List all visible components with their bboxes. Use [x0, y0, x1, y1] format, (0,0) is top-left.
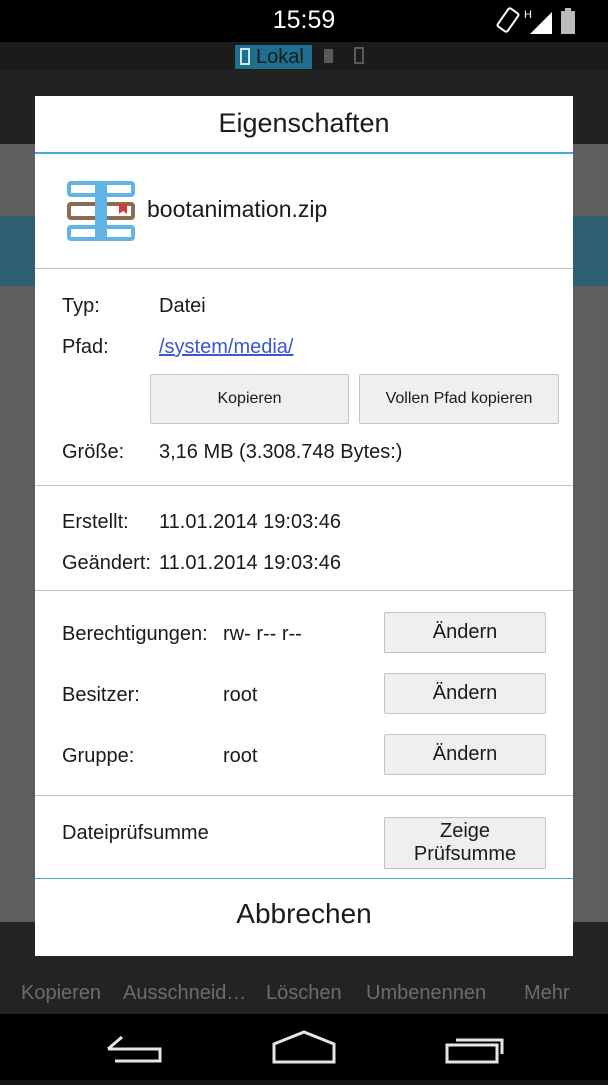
size-value: 3,16 MB (3.308.748 Bytes:): [159, 441, 403, 463]
divider: [35, 485, 573, 486]
action-more[interactable]: Mehr: [524, 982, 570, 1005]
tab-lokal-label: Lokal: [256, 46, 304, 68]
modified-label: Geändert:: [62, 552, 151, 574]
action-cut[interactable]: Ausschneid…: [123, 982, 246, 1005]
battery-icon: [561, 8, 575, 34]
group-value: root: [223, 745, 258, 767]
copy-path-button[interactable]: Kopieren: [150, 374, 349, 424]
divider: [35, 268, 573, 269]
created-label: Erstellt:: [62, 511, 129, 533]
svg-text:H: H: [524, 9, 532, 21]
archive-file-icon: [67, 181, 135, 241]
file-name: bootanimation.zip: [147, 196, 328, 222]
button-divider: [35, 878, 573, 879]
status-icons: H: [496, 7, 575, 34]
recent-apps-icon[interactable]: [445, 1038, 504, 1064]
permissions-label: Berechtigungen:: [62, 623, 208, 645]
checksum-label: Dateiprüfsumme: [62, 822, 209, 844]
action-copy[interactable]: Kopieren: [21, 982, 101, 1005]
navigation-bar: [0, 1014, 608, 1080]
copy-full-path-button[interactable]: Vollen Pfad kopieren: [359, 374, 559, 424]
device-icon[interactable]: [354, 47, 364, 64]
home-icon[interactable]: [272, 1030, 336, 1064]
path-label: Pfad:: [62, 336, 109, 358]
divider: [35, 795, 573, 796]
owner-label: Besitzer:: [62, 684, 140, 706]
permissions-value: rw- r-- r--: [223, 623, 302, 645]
tab-lokal[interactable]: Lokal: [235, 45, 312, 69]
path-link[interactable]: /system/media/: [159, 336, 293, 359]
signal-icon: H: [524, 9, 552, 34]
divider: [35, 590, 573, 591]
status-bar: 15:59 H: [0, 0, 608, 42]
type-value: Datei: [159, 295, 206, 317]
owner-value: root: [223, 684, 258, 706]
modified-value: 11.01.2014 19:03:46: [159, 552, 342, 574]
group-label: Gruppe:: [62, 745, 135, 767]
type-label: Typ:: [62, 295, 100, 317]
back-icon[interactable]: [107, 1035, 162, 1063]
change-owner-button[interactable]: Ändern: [384, 673, 546, 714]
dialog-title: Eigenschaften: [218, 108, 390, 138]
properties-dialog: Eigenschaften bootanimation.zip Typ: Dat…: [35, 96, 573, 956]
change-permissions-button[interactable]: Ändern: [384, 612, 546, 653]
created-value: 11.01.2014 19:03:46: [159, 511, 342, 533]
show-checksum-button[interactable]: Zeige Prüfsumme: [384, 817, 546, 869]
phone-icon: [240, 48, 250, 65]
action-rename[interactable]: Umbenennen: [366, 982, 486, 1005]
change-group-button[interactable]: Ändern: [384, 734, 546, 775]
cancel-button[interactable]: Abbrechen: [35, 880, 573, 956]
nav-buttons: [107, 1030, 504, 1064]
screen-rotation-icon: [496, 7, 520, 33]
size-label: Größe:: [62, 441, 125, 463]
sdcard-icon[interactable]: [324, 49, 333, 63]
action-delete[interactable]: Löschen: [266, 982, 342, 1005]
title-divider: [35, 152, 573, 154]
